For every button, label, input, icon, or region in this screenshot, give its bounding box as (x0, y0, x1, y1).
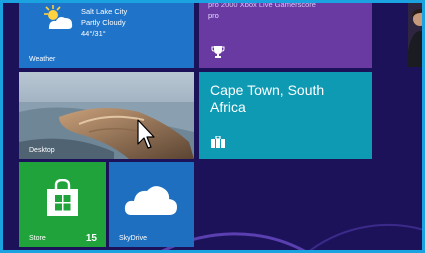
briefcase-icon (211, 136, 225, 148)
weather-condition: Partly Cloudy (81, 18, 126, 27)
games-tile[interactable]: pro 2000 Xbox Live Gamerscore pro (199, 0, 372, 68)
desktop-wallpaper (19, 72, 194, 159)
skydrive-tile-label: SkyDrive (119, 235, 148, 242)
store-update-badge: 15 (85, 233, 97, 244)
weather-city: Salt Lake City (81, 7, 128, 16)
cloud-icon (124, 186, 177, 215)
people-tile-partial[interactable] (408, 3, 422, 67)
trophy-icon (211, 46, 225, 58)
store-tile-label: Store (29, 235, 46, 242)
travel-tile[interactable]: Cape Town, South Africa (199, 72, 372, 159)
games-gamerscore-text: pro 2000 Xbox Live Gamerscore (208, 0, 316, 9)
weather-tile[interactable]: Salt Lake City Partly Cloudy 44°/31° Wea… (19, 3, 194, 68)
person-photo (408, 3, 422, 67)
weather-tile-label: Weather (29, 56, 56, 63)
sun-cloud-icon (44, 5, 73, 29)
store-tile[interactable]: Store 15 (19, 162, 106, 247)
mouse-cursor-icon (137, 119, 155, 149)
games-profile-text: pro (208, 11, 219, 20)
weather-temperature: 44°/31° (81, 29, 106, 38)
desktop-tile[interactable]: Desktop (19, 72, 194, 159)
travel-destination: Cape Town, South Africa (210, 82, 325, 115)
start-screen: Salt Lake City Partly Cloudy 44°/31° Wea… (0, 0, 425, 253)
desktop-tile-label: Desktop (29, 147, 55, 154)
skydrive-tile[interactable]: SkyDrive (109, 162, 194, 247)
shopping-bag-icon (47, 179, 78, 216)
